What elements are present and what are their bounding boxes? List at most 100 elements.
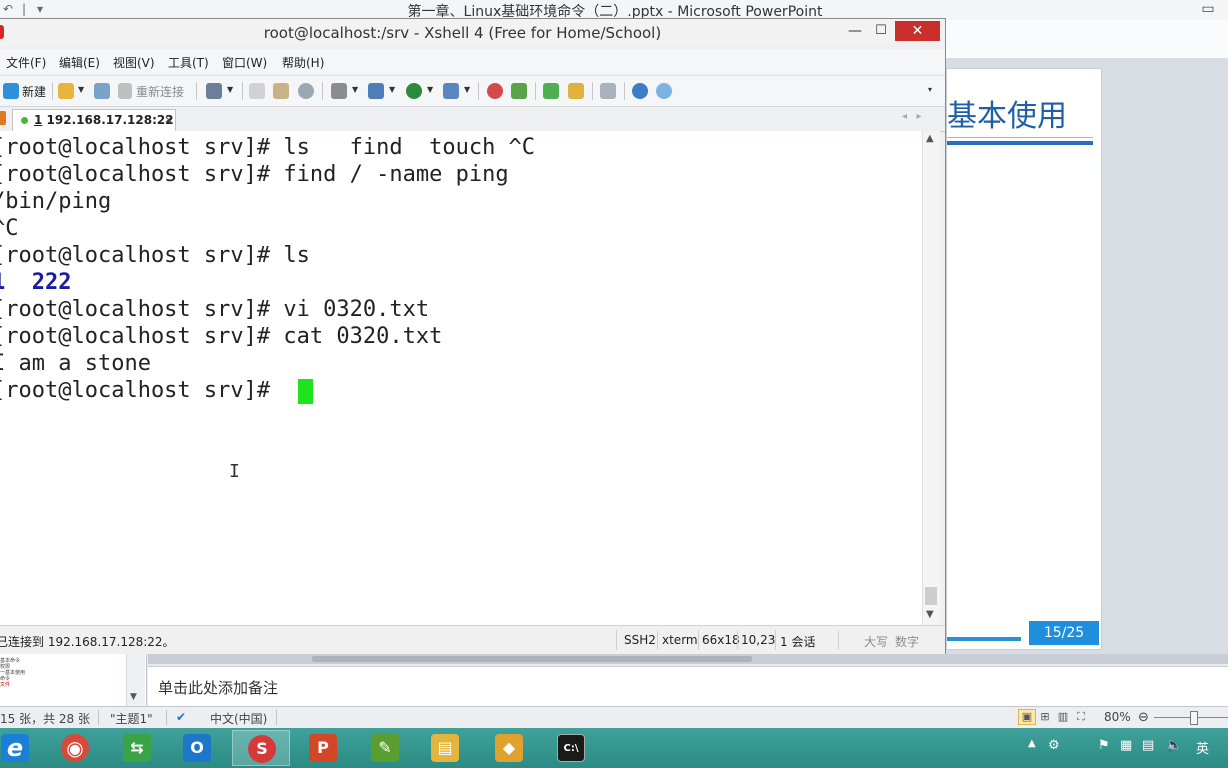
separator: | [21,2,27,16]
font-dropdown-icon[interactable]: ▼ [464,85,470,94]
powerpoint-window-title: 第一章、Linux基础环境命令（二）.pptx - Microsoft Powe… [407,4,823,20]
normal-view-icon[interactable]: ▣ [1018,709,1036,725]
protocol-status: SSH2 [624,633,656,647]
tray-app-icon[interactable]: ⚙ [1048,738,1060,753]
tab-scroll-arrows[interactable]: ◂ ▸ [902,111,922,122]
menu-file[interactable]: 文件(F) [6,54,46,71]
taskbar-remote[interactable]: ⇆ [108,730,166,766]
print-icon[interactable] [331,83,347,99]
volume-icon[interactable]: 🔈 [1166,738,1182,753]
paste-icon[interactable] [273,83,289,99]
new-session-icon[interactable] [3,83,19,99]
menu-edit[interactable]: 编辑(E) [59,54,100,71]
slideshow-icon[interactable]: ⛶ [1072,709,1090,725]
taskbar-notepad[interactable]: ✎ [356,730,414,766]
properties-icon[interactable] [206,83,222,99]
network-icon[interactable]: ▤ [1142,738,1154,753]
zoom-level[interactable]: 80% [1104,710,1131,724]
thumb-line: 文件 [0,682,11,688]
customize-dropdown-icon[interactable]: ▾ [32,2,48,16]
lock-icon[interactable] [568,83,584,99]
reconnect-button[interactable]: 重新连接 [136,83,184,100]
spellcheck-icon[interactable]: ✔ [176,710,186,724]
horizontal-scroll-thumb[interactable] [312,656,752,662]
taskbar-explorer[interactable]: ▤ [416,730,474,766]
menu-help[interactable]: 帮助(H) [282,54,324,71]
notes-pane[interactable]: 单击此处添加备注 [148,666,1228,707]
slide-thumbnail-pane[interactable]: 基本命令 权限 一基本使用 命令 文件 ▼ [0,654,147,706]
fullscreen-icon[interactable] [543,83,559,99]
taskbar-chrome[interactable]: ◉ [46,730,104,766]
taskbar-xshell[interactable]: S [232,730,290,766]
terminal-area[interactable]: [root@localhost srv]# ls find touch ^C [… [0,131,922,625]
xftp-icon[interactable] [487,83,503,99]
close-icon[interactable]: ✕ [895,21,940,41]
minimize-icon[interactable]: — [842,21,868,41]
zoom-out-icon[interactable]: ⊖ [1138,710,1149,725]
scrollbar-thumb[interactable] [925,587,937,605]
ime-indicator[interactable]: 英 [1196,738,1209,757]
scroll-down-icon[interactable]: ▼ [130,692,137,702]
thumbnail-scrollbar[interactable]: ▼ [126,654,145,706]
taskbar-ie[interactable]: e [0,730,44,766]
toolbar-overflow-icon[interactable]: ▾ [928,85,932,94]
tray-expand-icon[interactable]: ▲ [1028,738,1036,749]
maximize-icon[interactable]: ☐ [868,21,894,41]
copy-icon[interactable] [249,83,265,99]
xshell-titlebar[interactable]: root@localhost:/srv - Xshell 4 (Free for… [0,19,945,45]
globe-dropdown-icon[interactable]: ▼ [427,85,433,94]
tunnel-icon[interactable] [511,83,527,99]
globe-icon[interactable] [406,83,422,99]
session-count-status: 1 会话 [780,635,816,649]
properties-dropdown-icon[interactable]: ▼ [227,85,233,94]
taskbar-powerpoint[interactable]: P [294,730,352,766]
zoom-slider-handle[interactable] [1190,711,1198,725]
new-session-button[interactable]: 新建 [22,83,46,100]
toolbar: 新建 ▼ 重新连接 ▼ ▼ ▼ ▼ ▼ ▾ [0,75,945,107]
restore-icon[interactable]: ▭ [1188,0,1228,20]
language-status[interactable]: 中文(中国) [210,710,267,727]
open-dropdown-icon[interactable]: ▼ [78,85,84,94]
notes-placeholder[interactable]: 单击此处添加备注 [158,677,278,698]
reconnect-icon[interactable] [118,83,132,99]
session-manager-icon[interactable] [0,111,6,125]
connect-link-icon[interactable] [94,83,110,99]
undo-icon[interactable]: ↶ [0,2,16,16]
slide-canvas[interactable]: 基本使用 15/25 [946,68,1102,650]
quick-access-toolbar[interactable]: ↶ | ▾ [0,2,48,18]
status-separator [838,630,839,650]
help-icon[interactable] [632,83,648,99]
tab-close-icon[interactable]: × [164,110,173,130]
view-switcher[interactable]: ▣ ⊞ ▥ ⛶ [1018,709,1090,725]
font-icon[interactable] [443,83,459,99]
print-dropdown-icon[interactable]: ▼ [352,85,358,94]
chat-icon[interactable] [656,83,672,99]
session-tab[interactable]: 1 192.168.17.128:22 × [12,109,176,131]
open-folder-icon[interactable] [58,83,74,99]
xshell-window[interactable]: root@localhost:/srv - Xshell 4 (Free for… [0,18,946,654]
taskbar-cmd[interactable]: C:\ [542,730,600,766]
tray-network-icon[interactable]: ▦ [1120,738,1132,753]
menu-tools[interactable]: 工具(T) [168,54,209,71]
scroll-up-icon[interactable]: ▲ [926,133,934,144]
transfer-dropdown-icon[interactable]: ▼ [389,85,395,94]
reading-view-icon[interactable]: ▥ [1054,709,1072,725]
chrome-icon: ◉ [61,734,89,762]
taskbar-outlook[interactable]: O [168,730,226,766]
find-icon[interactable] [298,83,314,99]
taskbar-gadget[interactable]: ◆ [480,730,538,766]
slide-number-badge: 15/25 [1029,621,1099,645]
terminal-scrollbar[interactable]: ▲ ▼ [922,131,940,625]
notepad-icon: ✎ [371,734,399,762]
menu-window[interactable]: 窗口(W) [222,54,267,71]
terminal-line: [root@localhost srv]# vi 0320.txt [0,297,430,322]
menu-view[interactable]: 视图(V) [113,54,155,71]
status-separator [698,630,699,650]
action-center-icon[interactable]: ⚑ [1098,738,1110,753]
slide-sorter-icon[interactable]: ⊞ [1036,709,1054,725]
keyboard-icon[interactable] [600,83,616,99]
slide-title[interactable]: 基本使用 [947,91,1067,135]
terminal-prompt: [root@localhost srv]# [0,378,284,403]
scroll-down-icon[interactable]: ▼ [926,609,934,620]
transfer-icon[interactable] [368,83,384,99]
